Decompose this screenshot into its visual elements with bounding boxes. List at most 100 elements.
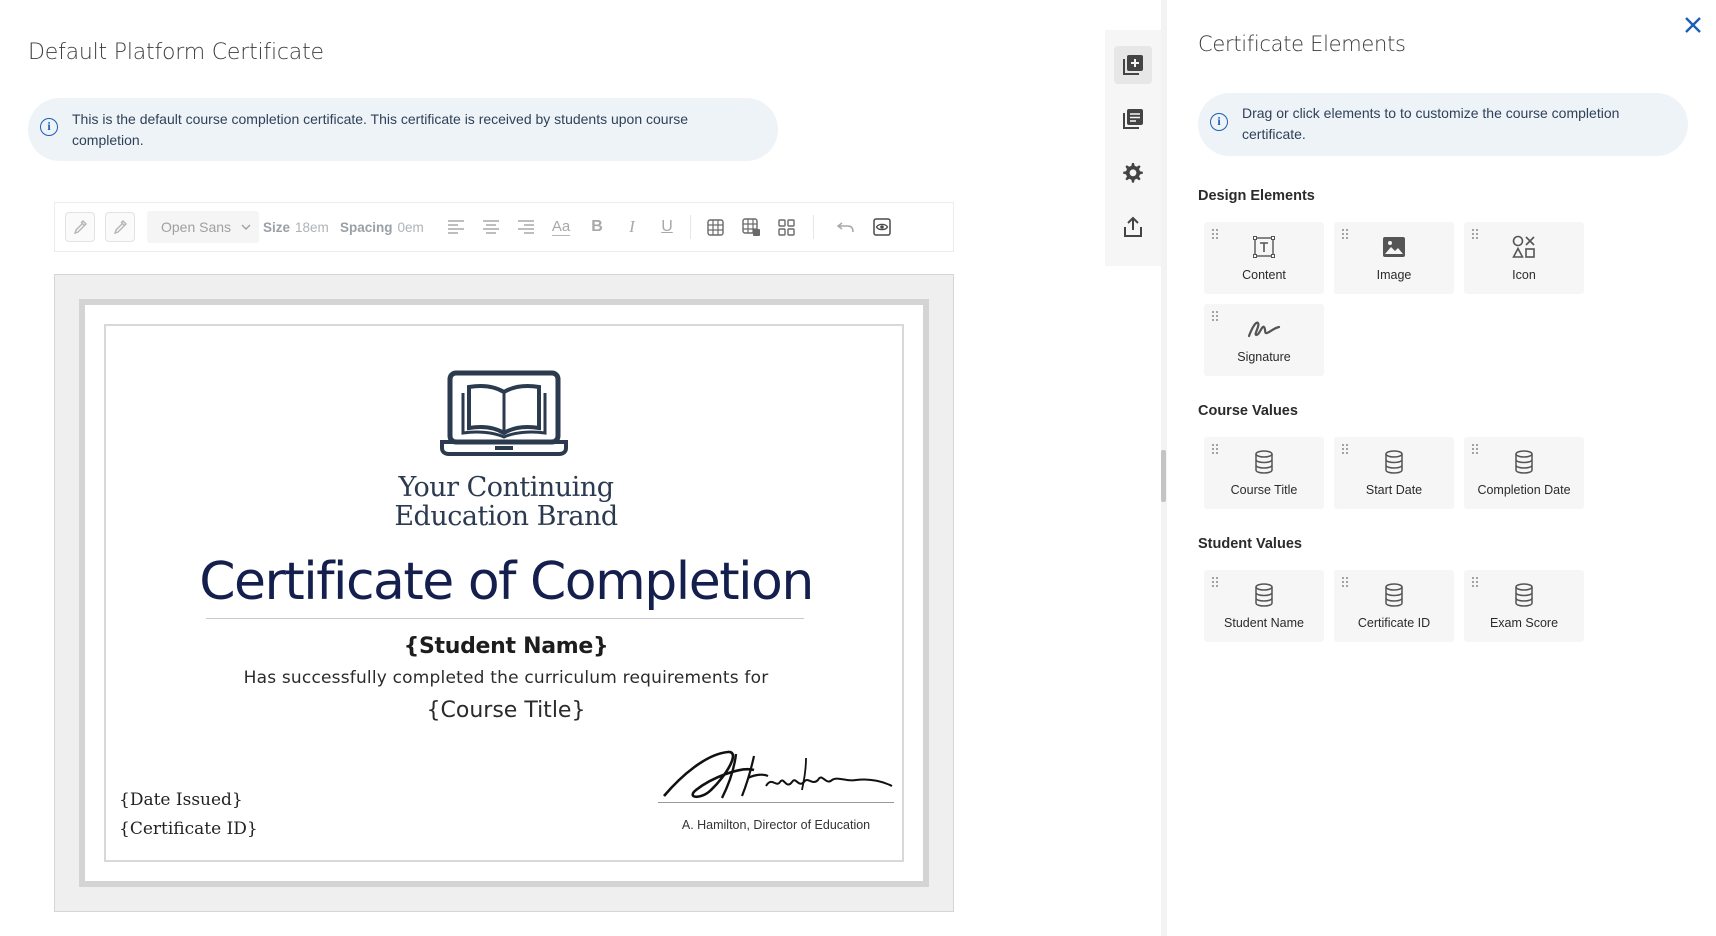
add-elements-button[interactable] bbox=[1114, 46, 1152, 84]
panel-title: Certificate Elements bbox=[1198, 32, 1406, 56]
bold-glyph: B bbox=[591, 218, 603, 235]
add-page-icon bbox=[1123, 55, 1143, 75]
font-family-value: Open Sans bbox=[161, 219, 232, 235]
templates-button[interactable] bbox=[1114, 100, 1152, 138]
element-tile-label: Course Title bbox=[1230, 483, 1298, 497]
text-case-glyph: Aa bbox=[551, 218, 571, 236]
font-size-control[interactable]: Size 18em bbox=[263, 203, 329, 251]
formatting-toolbar: Open Sans Size 18em Spacing 0em Aa B I U bbox=[54, 202, 954, 252]
info-banner: i This is the default course completion … bbox=[28, 98, 778, 161]
grid-icon bbox=[777, 218, 795, 236]
align-left-button[interactable] bbox=[441, 203, 471, 251]
element-tile-content[interactable]: Content bbox=[1204, 222, 1324, 294]
element-tile-label: Content bbox=[1242, 268, 1286, 282]
element-tile-label: Icon bbox=[1512, 268, 1536, 282]
element-tile-icon[interactable]: Icon bbox=[1464, 222, 1584, 294]
info-icon: i bbox=[1210, 113, 1228, 131]
completion-statement[interactable]: Has successfully completed the curriculu… bbox=[206, 668, 806, 688]
export-button[interactable] bbox=[1114, 208, 1152, 246]
align-right-button[interactable] bbox=[511, 203, 541, 251]
table-settings-button[interactable] bbox=[736, 203, 766, 251]
font-family-select[interactable]: Open Sans bbox=[147, 211, 259, 243]
info-icon: i bbox=[40, 118, 58, 136]
certificate-body: Your Continuing Education Brand Certific… bbox=[104, 324, 904, 862]
undo-button[interactable] bbox=[831, 203, 861, 251]
underline-button[interactable]: U bbox=[652, 203, 682, 251]
course-values-heading: Course Values bbox=[1198, 403, 1298, 419]
close-panel-button[interactable] bbox=[1680, 12, 1706, 38]
preview-button[interactable] bbox=[867, 203, 897, 251]
course-title-field[interactable]: {Course Title} bbox=[306, 698, 706, 723]
certificate-border: Your Continuing Education Brand Certific… bbox=[79, 299, 929, 887]
export-icon bbox=[1124, 216, 1142, 237]
align-center-button[interactable] bbox=[476, 203, 506, 251]
brand-name[interactable]: Your Continuing Education Brand bbox=[306, 473, 706, 531]
database-icon bbox=[1515, 450, 1533, 474]
title-divider bbox=[206, 618, 804, 619]
page-title: Default Platform Certificate bbox=[28, 40, 324, 65]
element-tile-course-title[interactable]: Course Title bbox=[1204, 437, 1324, 509]
element-tile-student-name[interactable]: Student Name bbox=[1204, 570, 1324, 642]
letter-spacing-value: 0em bbox=[397, 219, 424, 235]
database-icon bbox=[1385, 450, 1403, 474]
laptop-book-icon bbox=[440, 370, 568, 456]
settings-button[interactable] bbox=[1114, 154, 1152, 192]
element-tile-label: Completion Date bbox=[1477, 483, 1571, 497]
italic-glyph: I bbox=[629, 217, 635, 236]
element-tile-start-date[interactable]: Start Date bbox=[1334, 437, 1454, 509]
certificate-title[interactable]: Certificate of Completion bbox=[146, 552, 866, 612]
element-tile-completion-date[interactable]: Completion Date bbox=[1464, 437, 1584, 509]
align-left-icon bbox=[448, 220, 464, 234]
font-size-value: 18em bbox=[295, 219, 329, 235]
date-issued-field[interactable]: {Date Issued} bbox=[119, 790, 243, 810]
element-tile-label: Certificate ID bbox=[1357, 616, 1431, 630]
settings-gear-icon bbox=[1123, 163, 1143, 183]
letter-spacing-label: Spacing bbox=[340, 219, 393, 235]
eyedropper-icon bbox=[113, 220, 127, 235]
certificate-id-field[interactable]: {Certificate ID} bbox=[119, 819, 258, 839]
underline-glyph: U bbox=[661, 218, 673, 235]
background-color-picker-button[interactable] bbox=[105, 212, 135, 242]
panel-info-text: Drag or click elements to to customize t… bbox=[1242, 105, 1620, 142]
database-icon bbox=[1255, 583, 1273, 607]
student-name-field[interactable]: {Student Name} bbox=[306, 634, 706, 659]
signature-caption[interactable]: A. Hamilton, Director of Education bbox=[626, 818, 926, 832]
element-tile-certificate-id[interactable]: Certificate ID bbox=[1334, 570, 1454, 642]
panel-info-banner: i Drag or click elements to to customize… bbox=[1198, 93, 1688, 156]
image-icon bbox=[1383, 237, 1405, 257]
letter-spacing-control[interactable]: Spacing 0em bbox=[340, 203, 424, 251]
eyedropper-icon bbox=[73, 220, 87, 235]
bold-button[interactable]: B bbox=[582, 203, 612, 251]
element-tile-image[interactable]: Image bbox=[1334, 222, 1454, 294]
italic-button[interactable]: I bbox=[617, 203, 647, 251]
element-tile-exam-score[interactable]: Exam Score bbox=[1464, 570, 1584, 642]
brand-logo[interactable] bbox=[439, 370, 569, 463]
element-tile-label: Exam Score bbox=[1489, 616, 1559, 630]
grid-layout-button[interactable] bbox=[771, 203, 801, 251]
undo-icon bbox=[837, 222, 854, 233]
signature-image[interactable] bbox=[656, 746, 896, 806]
text-case-button[interactable]: Aa bbox=[546, 203, 576, 251]
brand-name-line-2: Education Brand bbox=[394, 501, 618, 532]
panel-resize-handle[interactable] bbox=[1161, 450, 1166, 502]
toolbar-divider bbox=[813, 215, 814, 239]
close-icon bbox=[1685, 17, 1701, 33]
align-center-icon bbox=[483, 220, 499, 234]
align-right-icon bbox=[518, 220, 534, 234]
database-icon bbox=[1385, 583, 1403, 607]
brand-name-line-1: Your Continuing bbox=[398, 472, 615, 503]
table-lock-icon bbox=[741, 217, 760, 236]
element-tile-label: Start Date bbox=[1365, 483, 1423, 497]
info-banner-text: This is the default course completion ce… bbox=[72, 111, 689, 148]
text-color-picker-button[interactable] bbox=[65, 212, 95, 242]
element-tile-label: Image bbox=[1376, 268, 1412, 282]
design-elements-heading: Design Elements bbox=[1198, 188, 1315, 204]
preview-eye-icon bbox=[873, 218, 891, 236]
insert-table-button[interactable] bbox=[700, 203, 730, 251]
font-size-label: Size bbox=[263, 219, 291, 235]
chevron-down-icon bbox=[241, 224, 251, 230]
student-values-heading: Student Values bbox=[1198, 536, 1302, 552]
signature-icon bbox=[1247, 321, 1281, 338]
database-icon bbox=[1515, 583, 1533, 607]
element-tile-signature[interactable]: Signature bbox=[1204, 304, 1324, 376]
